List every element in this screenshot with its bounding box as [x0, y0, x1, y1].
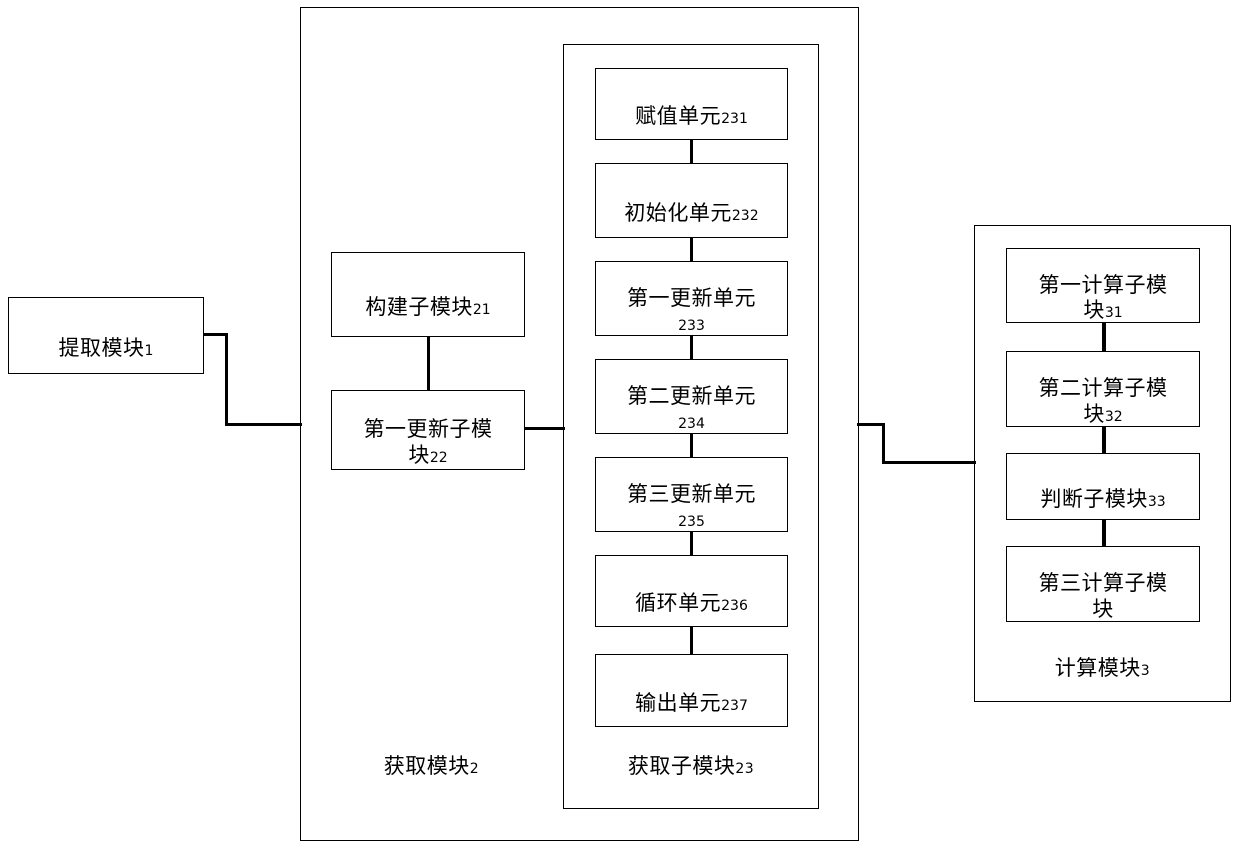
node-unit-loop[interactable]: 循环单元236 [595, 555, 788, 627]
node-unit-initialize-label: 初始化单元232 [624, 200, 759, 225]
node-unit-assignment[interactable]: 赋值单元231 [595, 68, 788, 140]
node-extract-module-label: 提取模块1 [58, 335, 154, 360]
container-acquire-submodule-caption: 获取子模块23 [627, 754, 755, 778]
node-unit-first-update-label: 第一更新单元 233 [627, 285, 756, 335]
connector-extract-to-acquire-h2 [225, 423, 302, 426]
module-structure-diagram: 提取模块1 获取模块2 构建子模块21 第一更新子模 块22 获取子模块23 赋… [0, 0, 1239, 850]
node-extract-module[interactable]: 提取模块1 [8, 297, 204, 374]
connector-acquire-to-compute-v [882, 423, 885, 464]
node-first-update-submodule[interactable]: 第一更新子模 块22 [331, 390, 525, 470]
node-unit-third-update[interactable]: 第三更新单元 235 [595, 457, 788, 532]
node-second-compute-submodule-label: 第二计算子模 块32 [1038, 376, 1168, 426]
connector-unit-231-to-232 [690, 140, 693, 164]
connector-first-update-to-acquire-submodule [525, 427, 565, 430]
connector-acquire-to-compute-h1 [857, 423, 885, 426]
node-first-compute-submodule-label: 第一计算子模 块31 [1038, 272, 1168, 323]
node-second-compute-submodule[interactable]: 第二计算子模 块32 [1006, 351, 1200, 427]
connector-unit-234-to-235 [690, 434, 693, 458]
node-unit-output[interactable]: 输出单元237 [595, 654, 788, 727]
connector-compute-33-to-third [1102, 520, 1106, 547]
container-acquire-module-caption: 获取模块2 [383, 754, 480, 778]
connector-unit-233-to-234 [690, 336, 693, 360]
node-unit-loop-label: 循环单元236 [635, 591, 748, 615]
connector-build-to-first-update [427, 337, 430, 390]
connector-unit-235-to-236 [690, 532, 693, 556]
connector-extract-to-acquire-v [225, 333, 228, 426]
node-first-update-submodule-label: 第一更新子模 块22 [363, 417, 493, 467]
node-unit-second-update-label: 第二更新单元 234 [627, 383, 756, 433]
node-unit-third-update-label: 第三更新单元 235 [627, 481, 756, 531]
connector-unit-232-to-233 [690, 238, 693, 262]
node-build-submodule[interactable]: 构建子模块21 [331, 252, 525, 337]
node-third-compute-submodule[interactable]: 第三计算子模 块 [1006, 546, 1200, 622]
node-first-compute-submodule[interactable]: 第一计算子模 块31 [1006, 248, 1200, 323]
node-third-compute-submodule-label: 第三计算子模 块 [1038, 571, 1168, 621]
node-unit-first-update[interactable]: 第一更新单元 233 [595, 261, 788, 336]
connector-acquire-to-compute-h2 [882, 461, 976, 464]
node-judge-submodule-label: 判断子模块33 [1040, 486, 1166, 511]
connector-compute-31-to-32 [1102, 323, 1106, 352]
node-unit-output-label: 输出单元237 [635, 690, 748, 715]
node-build-submodule-label: 构建子模块21 [365, 294, 491, 319]
node-unit-initialize[interactable]: 初始化单元232 [595, 163, 788, 238]
node-judge-submodule[interactable]: 判断子模块33 [1006, 453, 1200, 520]
node-unit-second-update[interactable]: 第二更新单元 234 [595, 359, 788, 434]
connector-unit-236-to-237 [690, 627, 693, 655]
connector-compute-32-to-33 [1102, 427, 1106, 454]
container-compute-module-caption: 计算模块3 [1054, 656, 1151, 680]
node-unit-assignment-label: 赋值单元231 [635, 104, 748, 128]
